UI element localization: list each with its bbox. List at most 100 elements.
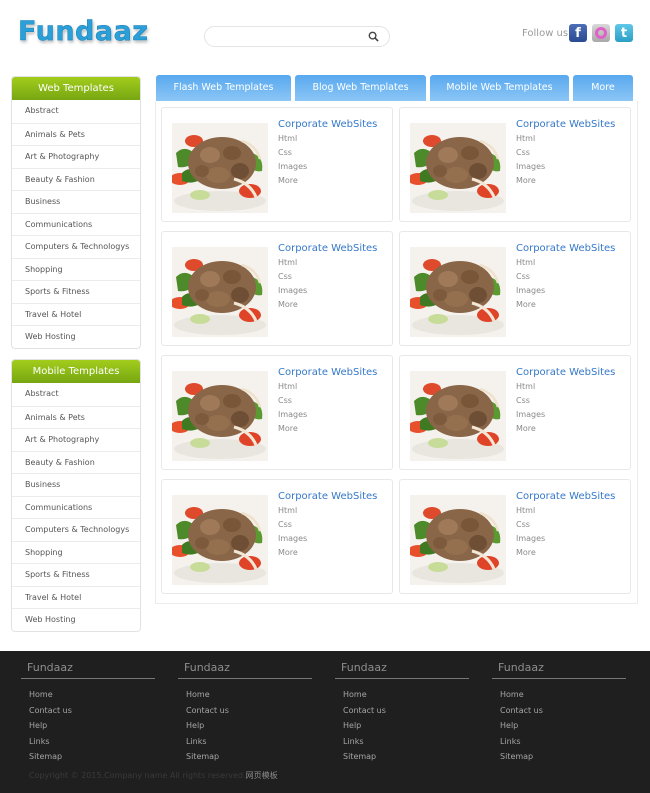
footer-link-help[interactable]: Help — [492, 718, 626, 734]
sidebar-item[interactable]: Communications — [12, 495, 140, 519]
footer-link-contact-us[interactable]: Contact us — [178, 703, 312, 719]
facebook-icon[interactable]: f — [569, 24, 587, 42]
tab-flash-web-templates[interactable]: Flash Web Templates — [156, 75, 291, 101]
footer-link-links[interactable]: Links — [492, 734, 626, 750]
twitter-icon[interactable]: t — [615, 24, 633, 42]
sidebar-item[interactable]: Shopping — [12, 540, 140, 564]
template-thumbnail[interactable] — [410, 371, 506, 461]
card-link-images[interactable]: Images — [278, 534, 307, 543]
card-link-html[interactable]: Html — [516, 134, 535, 143]
card-link-css[interactable]: Css — [516, 148, 530, 157]
sidebar-item[interactable]: Shopping — [12, 257, 140, 281]
footer-link-contact-us[interactable]: Contact us — [335, 703, 469, 719]
card-link-css[interactable]: Css — [278, 272, 292, 281]
card-link-images[interactable]: Images — [278, 286, 307, 295]
footer-link-home[interactable]: Home — [178, 687, 312, 703]
card-link-images[interactable]: Images — [278, 410, 307, 419]
card-link-images[interactable]: Images — [278, 162, 307, 171]
card-link-images[interactable]: Images — [516, 410, 545, 419]
card-link-html[interactable]: Html — [516, 506, 535, 515]
footer-link-sitemap[interactable]: Sitemap — [492, 749, 626, 765]
card-title-link[interactable]: Corporate WebSites — [278, 243, 377, 254]
sidebar-item[interactable]: Computers & Technologys — [12, 518, 140, 541]
sidebar-item[interactable]: Beauty & Fashion — [12, 450, 140, 474]
template-thumbnail[interactable] — [172, 371, 268, 461]
sidebar-item[interactable]: Web Hosting — [12, 608, 140, 631]
footer-link-home[interactable]: Home — [21, 687, 155, 703]
sidebar-item[interactable]: Art & Photography — [12, 145, 140, 168]
card-link-more[interactable]: More — [278, 424, 298, 433]
card-link-css[interactable]: Css — [278, 396, 292, 405]
sidebar-item[interactable]: Art & Photography — [12, 428, 140, 451]
footer-link-help[interactable]: Help — [335, 718, 469, 734]
card-link-more[interactable]: More — [516, 424, 536, 433]
card-link-html[interactable]: Html — [516, 382, 535, 391]
template-thumbnail[interactable] — [410, 495, 506, 585]
card-title-link[interactable]: Corporate WebSites — [278, 119, 377, 130]
card-title-link[interactable]: Corporate WebSites — [516, 119, 615, 130]
sidebar-item[interactable]: Web Hosting — [12, 325, 140, 348]
card-link-images[interactable]: Images — [516, 534, 545, 543]
footer-link-links[interactable]: Links — [178, 734, 312, 750]
card-link-more[interactable]: More — [516, 548, 536, 557]
tab-more[interactable]: More — [573, 75, 633, 101]
card-link-more[interactable]: More — [516, 300, 536, 309]
footer-link-contact-us[interactable]: Contact us — [21, 703, 155, 719]
card-link-css[interactable]: Css — [516, 396, 530, 405]
footer-link-sitemap[interactable]: Sitemap — [178, 749, 312, 765]
footer-link-sitemap[interactable]: Sitemap — [21, 749, 155, 765]
card-link-css[interactable]: Css — [278, 520, 292, 529]
template-thumbnail[interactable] — [172, 495, 268, 585]
card-link-css[interactable]: Css — [516, 272, 530, 281]
sidebar-item[interactable]: Computers & Technologys — [12, 235, 140, 258]
search-input[interactable] — [205, 30, 365, 49]
sidebar-item[interactable]: Business — [12, 473, 140, 496]
tab-blog-web-templates[interactable]: Blog Web Templates — [295, 75, 426, 101]
card-link-html[interactable]: Html — [278, 258, 297, 267]
copyright-link[interactable]: 网页模板 — [246, 771, 278, 780]
sidebar-item[interactable]: Sports & Fitness — [12, 563, 140, 586]
flickr-icon[interactable] — [592, 24, 610, 42]
logo[interactable]: Fundaaz — [18, 16, 149, 48]
sidebar-item[interactable]: Animals & Pets — [12, 405, 140, 429]
footer-link-contact-us[interactable]: Contact us — [492, 703, 626, 719]
sidebar-item[interactable]: Communications — [12, 212, 140, 236]
sidebar-item[interactable]: Beauty & Fashion — [12, 167, 140, 191]
tab-mobile-web-templates[interactable]: Mobile Web Templates — [430, 75, 569, 101]
card-link-more[interactable]: More — [278, 300, 298, 309]
card-link-more[interactable]: More — [278, 176, 298, 185]
template-thumbnail[interactable] — [172, 247, 268, 337]
sidebar-item[interactable]: Business — [12, 190, 140, 213]
sidebar-item[interactable]: Travel & Hotel — [12, 302, 140, 326]
card-title-link[interactable]: Corporate WebSites — [516, 367, 615, 378]
footer-link-sitemap[interactable]: Sitemap — [335, 749, 469, 765]
template-thumbnail[interactable] — [172, 123, 268, 213]
card-title-link[interactable]: Corporate WebSites — [516, 491, 615, 502]
search-icon[interactable] — [368, 31, 379, 42]
card-link-html[interactable]: Html — [516, 258, 535, 267]
footer-link-help[interactable]: Help — [21, 718, 155, 734]
card-title-link[interactable]: Corporate WebSites — [278, 491, 377, 502]
card-link-images[interactable]: Images — [516, 286, 545, 295]
footer-link-links[interactable]: Links — [21, 734, 155, 750]
card-link-html[interactable]: Html — [278, 382, 297, 391]
template-thumbnail[interactable] — [410, 247, 506, 337]
sidebar-item[interactable]: Animals & Pets — [12, 122, 140, 146]
footer-link-home[interactable]: Home — [492, 687, 626, 703]
card-link-css[interactable]: Css — [516, 520, 530, 529]
sidebar-item[interactable]: Abstract — [12, 100, 140, 123]
footer-link-home[interactable]: Home — [335, 687, 469, 703]
card-link-html[interactable]: Html — [278, 134, 297, 143]
card-link-css[interactable]: Css — [278, 148, 292, 157]
template-thumbnail[interactable] — [410, 123, 506, 213]
sidebar-item[interactable]: Travel & Hotel — [12, 585, 140, 609]
card-link-more[interactable]: More — [278, 548, 298, 557]
footer-link-links[interactable]: Links — [335, 734, 469, 750]
card-link-more[interactable]: More — [516, 176, 536, 185]
sidebar-item[interactable]: Sports & Fitness — [12, 280, 140, 303]
card-title-link[interactable]: Corporate WebSites — [516, 243, 615, 254]
card-link-images[interactable]: Images — [516, 162, 545, 171]
sidebar-item[interactable]: Abstract — [12, 383, 140, 406]
card-link-html[interactable]: Html — [278, 506, 297, 515]
card-title-link[interactable]: Corporate WebSites — [278, 367, 377, 378]
